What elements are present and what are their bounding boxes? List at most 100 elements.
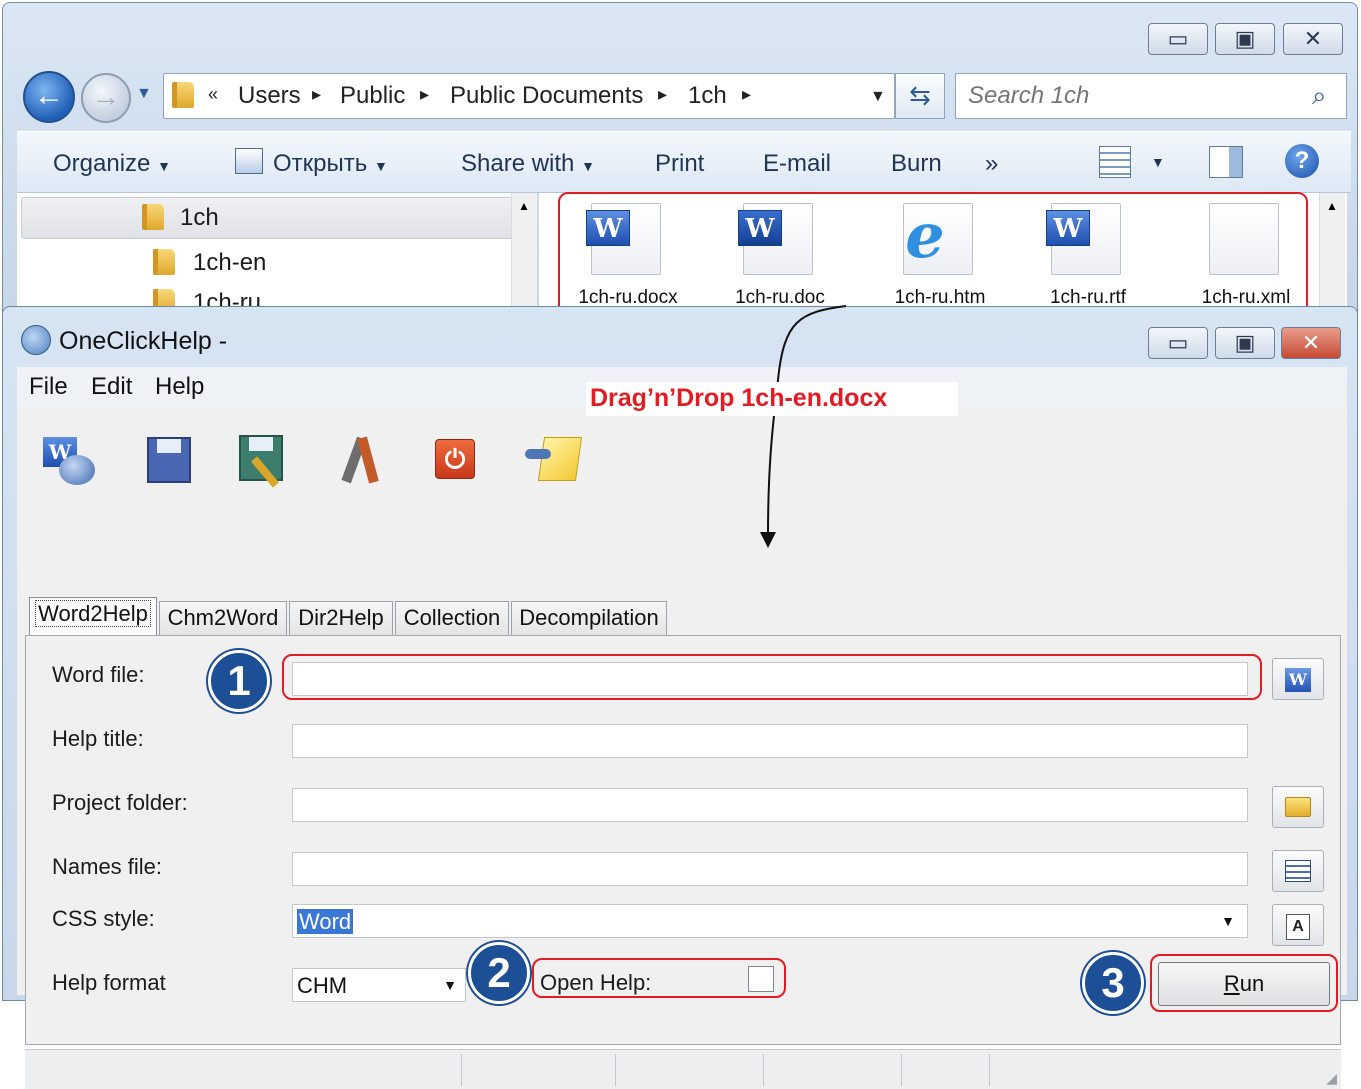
word-file-highlight-box [282, 654, 1262, 700]
tab-chm2word[interactable]: Chm2Word [159, 601, 287, 635]
status-bar: ◢ [25, 1049, 1341, 1089]
open-menu[interactable]: Открыть ▼ [273, 150, 388, 178]
chevron-right-icon[interactable]: ▸ [658, 84, 667, 105]
minimize-button[interactable]: ▭ [1148, 327, 1208, 359]
help-format-select[interactable]: CHM ▼ [292, 968, 466, 1002]
chevron-down-icon: ▼ [581, 158, 595, 174]
organize-menu[interactable]: Organize ▼ [53, 150, 171, 178]
files-highlight-box [558, 192, 1308, 318]
save-as-icon[interactable] [237, 433, 293, 489]
word-file-label: Word file: [52, 662, 145, 687]
word-file-icon: W [1285, 668, 1311, 692]
print-button[interactable]: Print [655, 150, 704, 178]
browse-names-file-button[interactable] [1272, 850, 1324, 892]
chevron-down-icon: ▼ [157, 158, 171, 174]
chevron-down-icon: ▼ [373, 158, 388, 174]
step-2-badge: 2 [468, 942, 530, 1004]
share-with-menu[interactable]: Share with ▼ [461, 150, 595, 178]
folder-icon [1285, 797, 1311, 817]
close-button[interactable]: ✕ [1283, 23, 1343, 55]
edit-css-button[interactable]: A [1272, 904, 1324, 946]
search-input[interactable] [968, 82, 1298, 110]
file-list-scrollbar[interactable]: ▲ [1319, 193, 1345, 309]
search-icon[interactable]: ⌕ [1312, 80, 1327, 112]
css-style-value: Word [297, 909, 354, 934]
minimize-button[interactable]: ▭ [1148, 23, 1208, 55]
open-document-icon [235, 148, 263, 174]
status-divider [901, 1054, 902, 1086]
chevron-right-icon[interactable]: ▸ [312, 84, 321, 105]
more-commands-button[interactable]: » [985, 150, 998, 178]
word-help-icon[interactable]: W [43, 433, 99, 489]
email-button[interactable]: E-mail [763, 150, 831, 178]
forward-arrow-icon[interactable]: → [81, 73, 131, 123]
project-folder-input[interactable] [292, 788, 1248, 822]
status-divider [461, 1054, 462, 1086]
names-file-label: Names file: [52, 854, 163, 879]
folder-icon [172, 82, 194, 108]
resize-grip-icon[interactable]: ◢ [1326, 1070, 1337, 1087]
breadcrumb-users[interactable]: Users [238, 82, 301, 110]
search-box[interactable]: ⌕ [955, 73, 1347, 119]
chevron-right-icon[interactable]: ▸ [420, 84, 429, 105]
tab-collection[interactable]: Collection [395, 601, 509, 635]
word2help-panel: Word file: W Help title: Project folder:… [25, 635, 1341, 1045]
breadcrumb-overflow[interactable]: « [208, 84, 218, 105]
folder-icon [153, 249, 175, 275]
view-options-icon[interactable] [1099, 146, 1131, 178]
chevron-down-icon[interactable]: ▼ [1221, 913, 1235, 929]
nav-item-1ch-en[interactable]: 1ch-en [153, 245, 453, 281]
project-folder-label: Project folder: [52, 790, 188, 815]
help-icon[interactable]: ? [1285, 144, 1319, 178]
tab-word2help[interactable]: Word2Help [29, 597, 157, 635]
address-dropdown-icon[interactable]: ▼ [870, 88, 886, 106]
chevron-down-icon[interactable]: ▼ [1151, 154, 1165, 170]
save-icon[interactable] [143, 433, 199, 489]
power-exit-icon[interactable]: ⏻ [431, 433, 487, 489]
help-title-input[interactable] [292, 724, 1248, 758]
breadcrumb-1ch[interactable]: 1ch [688, 82, 727, 110]
scroll-up-arrow-icon[interactable]: ▲ [1326, 199, 1338, 213]
css-style-select[interactable]: Word ▼ [292, 904, 1248, 938]
settings-tools-icon[interactable] [335, 433, 391, 489]
nav-item-label: 1ch-en [193, 249, 267, 276]
scroll-up-arrow-icon[interactable]: ▲ [518, 199, 530, 213]
chevron-right-icon[interactable]: ▸ [742, 84, 751, 105]
window-title: OneClickHelp - [59, 327, 228, 355]
tab-decompilation[interactable]: Decompilation [511, 601, 667, 635]
nav-scrollbar[interactable]: ▲ [511, 193, 537, 309]
help-format-label: Help format [52, 970, 166, 995]
burn-button[interactable]: Burn [891, 150, 942, 178]
refresh-icon[interactable]: ⇆ [895, 73, 945, 119]
tab-dir2help[interactable]: Dir2Help [289, 601, 393, 635]
maximize-button[interactable]: ▣ [1215, 23, 1275, 55]
nav-item-label: 1ch [180, 204, 219, 231]
breadcrumb-public[interactable]: Public [340, 82, 405, 110]
recent-pages-chevron-icon[interactable]: ▼ [136, 85, 152, 103]
drag-drop-annotation: Drag’n’Drop 1ch-en.docx [586, 382, 958, 416]
menu-file[interactable]: File [29, 373, 68, 401]
menu-edit[interactable]: Edit [91, 373, 132, 401]
help-format-value: CHM [297, 973, 348, 998]
chevron-down-icon[interactable]: ▼ [443, 977, 457, 993]
nav-item-1ch[interactable]: 1ch [21, 197, 531, 239]
status-divider [989, 1054, 990, 1086]
menu-help[interactable]: Help [155, 373, 204, 401]
help-key-icon[interactable] [525, 433, 583, 489]
address-bar[interactable]: « Users ▸ Public ▸ Public Documents ▸ 1c… [163, 73, 895, 119]
navigation-pane: 1ch 1ch-en 1ch-ru ▲ [17, 193, 537, 323]
maximize-button[interactable]: ▣ [1215, 327, 1275, 359]
app-client-area: W ⏻ Word2Help Chm2Word Dir2Help Collecti… [17, 407, 1347, 1089]
back-arrow-icon[interactable]: ← [23, 71, 75, 123]
close-button[interactable]: ✕ [1281, 327, 1341, 359]
open-help-highlight-box [532, 958, 786, 998]
names-file-input[interactable] [292, 852, 1248, 886]
preview-pane-icon[interactable] [1209, 146, 1243, 178]
browse-word-file-button[interactable]: W [1272, 658, 1324, 700]
edit-list-icon [1285, 860, 1311, 882]
command-bar: Organize ▼ Открыть ▼ Share with ▼ Print … [17, 131, 1351, 193]
breadcrumb-public-documents[interactable]: Public Documents [450, 82, 643, 110]
help-title-label: Help title: [52, 726, 144, 751]
browse-folder-button[interactable] [1272, 786, 1324, 828]
step-3-badge: 3 [1082, 952, 1144, 1014]
